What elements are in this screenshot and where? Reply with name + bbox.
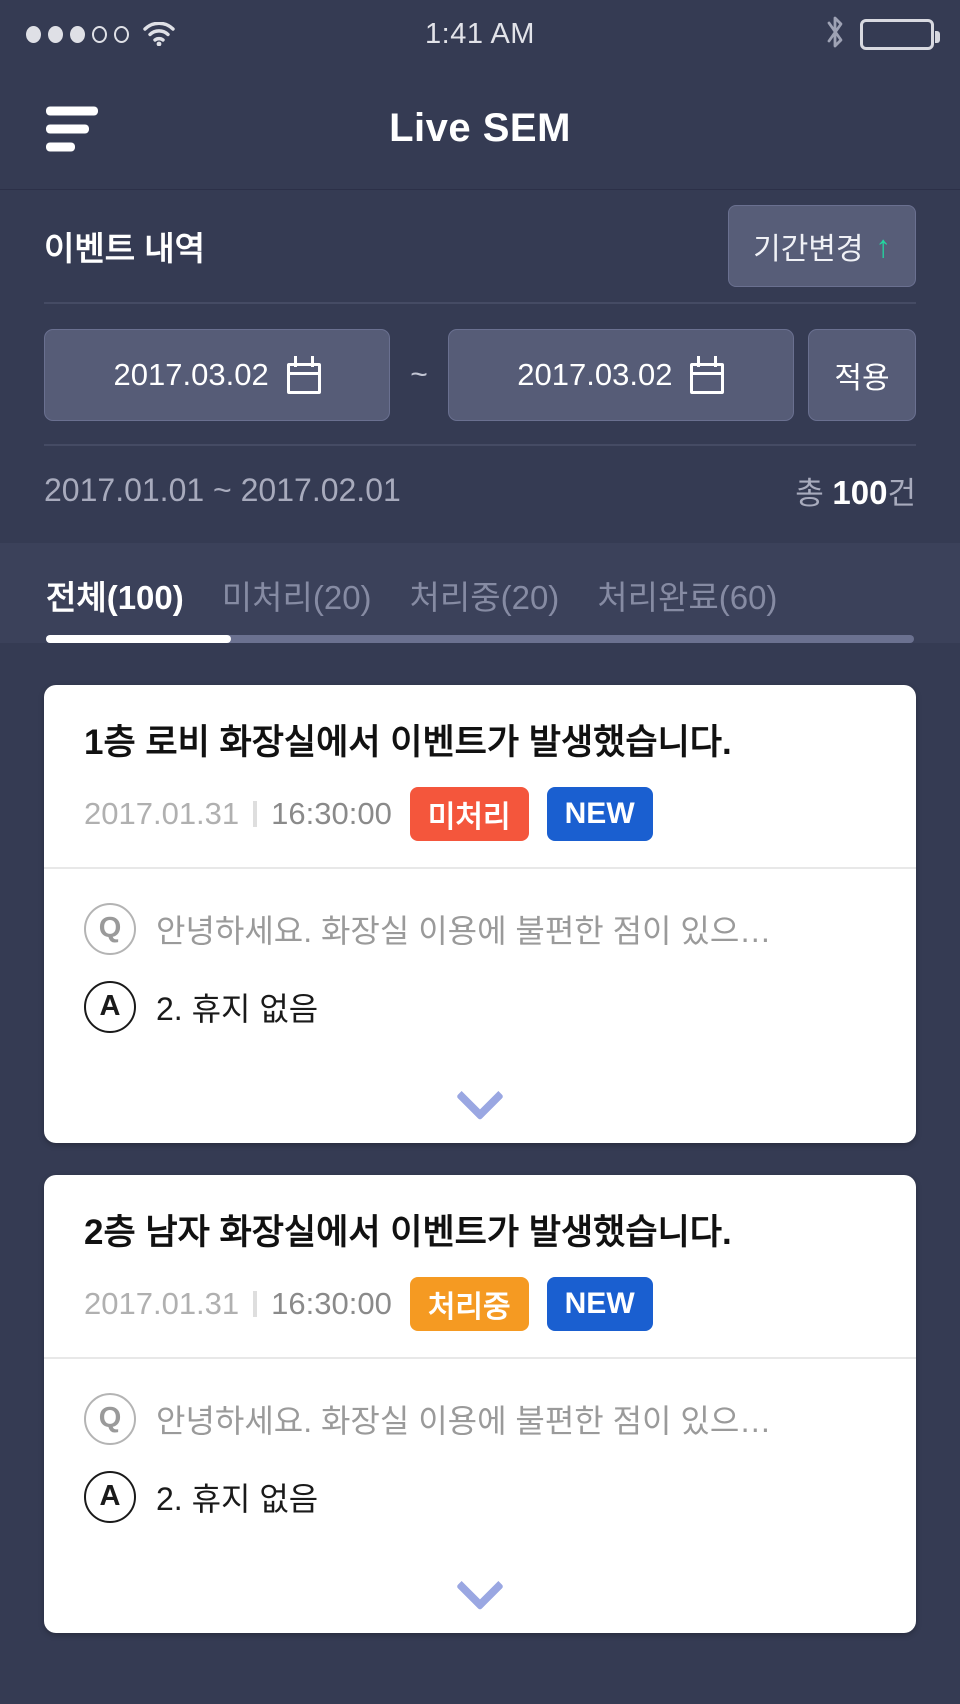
tab-in-progress[interactable]: 처리중(20) [410,571,560,635]
meta-separator [253,1290,258,1317]
chevron-down-icon [455,1561,505,1611]
answer-circle-icon: A [84,980,136,1033]
answer-text: 2. 휴지 없음 [156,1480,319,1517]
end-date-value: 2017.03.02 [517,357,673,392]
expand-toggle[interactable] [44,1067,916,1143]
question-text: 안녕하세요. 화장실 이용에 불편한 점이 있으… [156,1402,772,1439]
event-title: 1층 로비 화장실에서 이벤트가 발생했습니다. [84,723,732,762]
arrow-up-icon: ↑ [875,228,892,264]
period-change-button[interactable]: 기간변경 ↑ [728,205,916,287]
status-bar: 1:41 AM [0,0,960,68]
event-card[interactable]: 1층 로비 화장실에서 이벤트가 발생했습니다. 2017.01.31 16:3… [44,685,916,1143]
event-date: 2017.01.31 [84,1285,240,1321]
answer-circle-icon: A [84,1470,136,1523]
answer-row: A 2. 휴지 없음 [84,980,876,1033]
battery-icon [860,18,940,50]
event-card-header: 1층 로비 화장실에서 이벤트가 발생했습니다. 2017.01.31 16:3… [44,685,916,867]
calendar-icon [286,356,321,394]
status-badge: 미처리 [409,786,529,841]
question-row: Q 안녕하세요. 화장실 이용에 불편한 점이 있으… [84,902,876,955]
tab-list: 전체(100) 미처리(20) 처리중(20) 처리완료(60) [46,543,914,635]
range-summary-row: 2017.01.01 ~ 2017.02.01 총 100건 [44,446,916,543]
filter-title: 이벤트 내역 [44,230,205,267]
end-date-field[interactable]: 2017.03.02 [447,329,794,421]
period-change-label: 기간변경 [753,233,864,266]
tab-underline [46,635,914,643]
total-suffix: 건 [887,476,916,511]
total-prefix: 총 [795,476,833,511]
app-screen: 1:41 AM Live SEM 이벤트 내역 기간변경 ↑ 2017.03.0… [0,0,960,1704]
event-list: 1층 로비 화장실에서 이벤트가 발생했습니다. 2017.01.31 16:3… [0,643,960,1633]
start-date-field[interactable]: 2017.03.02 [44,329,391,421]
event-meta: 2017.01.31 16:30:00 처리중 NEW [84,1276,876,1331]
answer-row: A 2. 휴지 없음 [84,1470,876,1523]
tab-bar: 전체(100) 미처리(20) 처리중(20) 처리완료(60) [0,543,960,643]
date-range-row: 2017.03.02 ~ 2017.03.02 적용 [44,304,916,444]
new-badge: NEW [546,1276,653,1331]
event-date: 2017.01.31 [84,795,240,831]
new-badge: NEW [546,786,653,841]
event-meta: 2017.01.31 16:30:00 미처리 NEW [84,786,876,841]
status-bar-time: 1:41 AM [425,17,535,50]
event-time: 16:30:00 [271,1285,392,1321]
filter-header: 이벤트 내역 기간변경 ↑ [44,190,916,302]
event-qa: Q 안녕하세요. 화장실 이용에 불편한 점이 있으… A 2. 휴지 없음 [44,1359,916,1557]
chevron-down-icon [455,1072,505,1121]
calendar-icon [690,356,725,394]
event-qa: Q 안녕하세요. 화장실 이용에 불편한 점이 있으… A 2. 휴지 없음 [44,869,916,1067]
answer-text: 2. 휴지 없음 [156,990,319,1027]
total-count-text: 총 100건 [795,468,916,513]
event-time: 16:30:00 [271,795,392,831]
total-count-value: 100 [832,474,888,511]
meta-separator [253,800,258,827]
event-card[interactable]: 2층 남자 화장실에서 이벤트가 발생했습니다. 2017.01.31 16:3… [44,1174,916,1633]
hamburger-menu-icon[interactable] [46,106,98,151]
status-badge: 처리중 [409,1276,529,1331]
tab-active-indicator [46,635,231,643]
apply-button[interactable]: 적용 [808,329,916,421]
event-card-header: 2층 남자 화장실에서 이벤트가 발생했습니다. 2017.01.31 16:3… [44,1175,916,1357]
start-date-value: 2017.03.02 [113,357,269,392]
tab-unprocessed[interactable]: 미처리(20) [222,571,372,635]
question-circle-icon: Q [84,1392,136,1445]
applied-range-text: 2017.01.01 ~ 2017.02.01 [44,472,401,508]
question-circle-icon: Q [84,902,136,955]
tab-completed[interactable]: 처리완료(60) [597,571,777,635]
nav-bar: Live SEM [0,68,960,190]
question-row: Q 안녕하세요. 화장실 이용에 불편한 점이 있으… [84,1392,876,1445]
event-title: 2층 남자 화장실에서 이벤트가 발생했습니다. [84,1212,732,1252]
question-text: 안녕하세요. 화장실 이용에 불편한 점이 있으… [156,912,772,949]
tab-all[interactable]: 전체(100) [46,571,184,635]
filter-panel: 이벤트 내역 기간변경 ↑ 2017.03.02 ~ 2017.03.02 적용… [0,190,960,543]
expand-toggle[interactable] [44,1557,916,1633]
date-range-separator: ~ [410,358,428,391]
page-title: Live SEM [389,106,571,150]
